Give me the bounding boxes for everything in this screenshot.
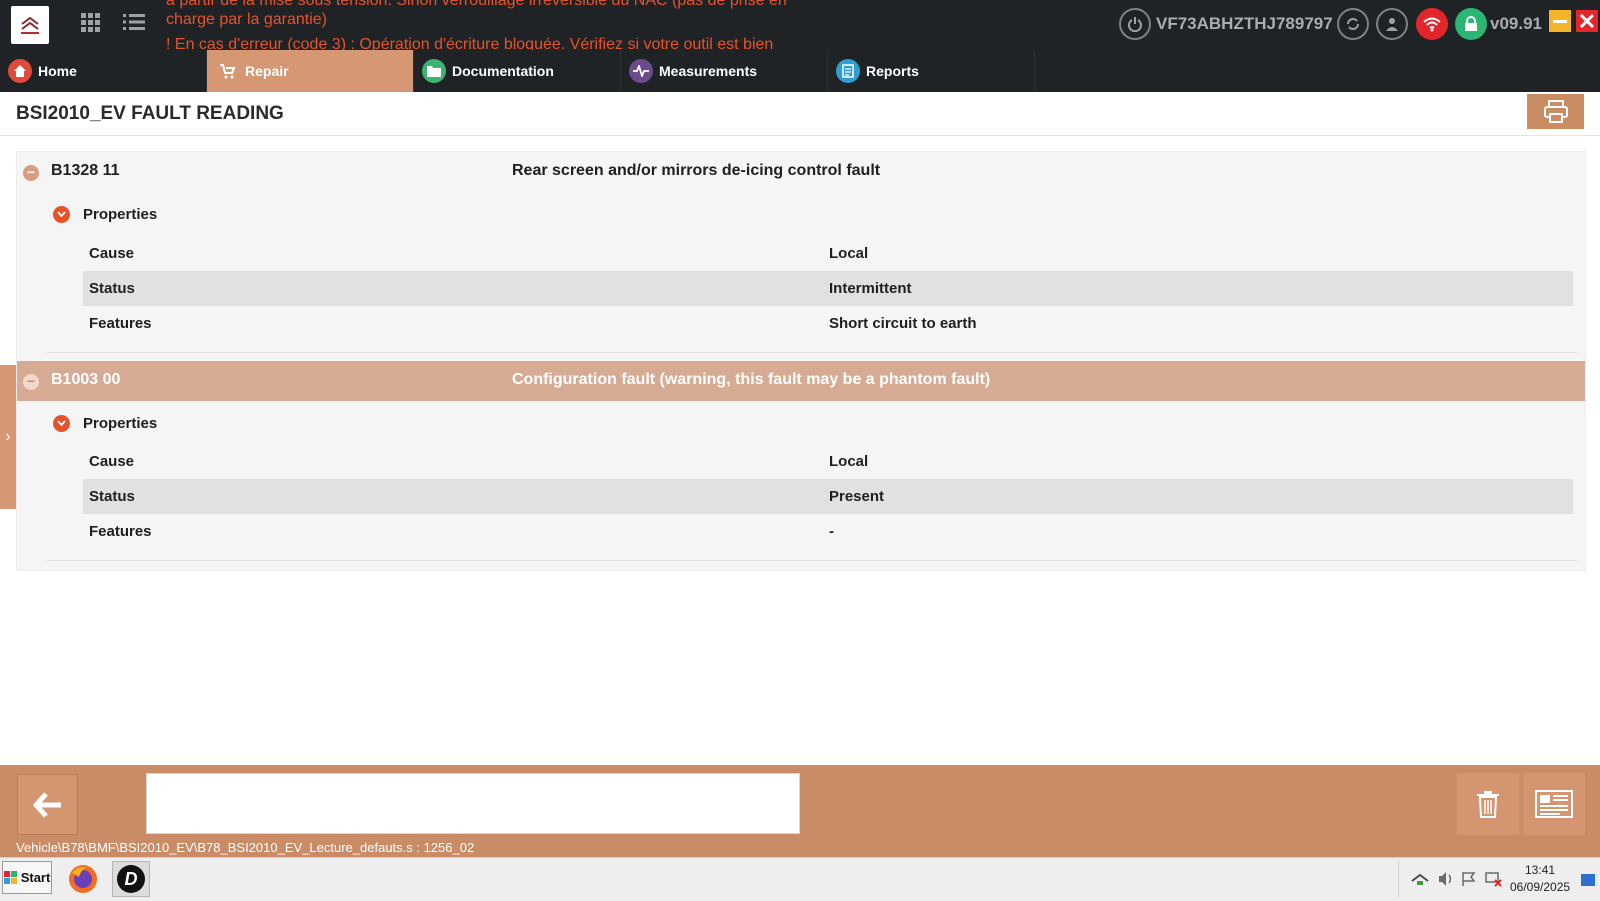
repair-icon [215,59,239,83]
property-key: Features [89,523,152,540]
svg-text:D: D [125,869,138,889]
property-key: Cause [89,245,135,262]
tab-home[interactable]: Home [0,50,207,92]
start-button[interactable]: Start [2,861,52,894]
property-row: Status Intermittent [83,271,1573,306]
properties-label: Properties [83,206,158,223]
property-key: Status [89,488,135,505]
tab-reports[interactable]: Reports [828,50,1035,92]
clock-date: 06/09/2025 [1510,880,1571,894]
page-title: BSI2010_EV FAULT READING [16,103,284,124]
apps-grid-icon[interactable] [77,12,103,38]
tab-documentation-label: Documentation [452,63,554,79]
fault-code: B1328 11 [51,162,120,179]
print-button[interactable] [1527,94,1584,129]
property-key: Status [89,280,135,297]
vin-number: VF73ABHZTHJ789797 [1156,14,1333,33]
minimize-button[interactable] [1549,10,1571,32]
script-path: Vehicle\B78\BMF\BSI2010_EV\B78_BSI2010_E… [16,840,475,855]
divider [47,352,1577,353]
close-button[interactable] [1576,10,1598,32]
fault-row[interactable]: − B1328 11 Rear screen and/or mirrors de… [17,152,1585,192]
property-value: - [829,523,834,540]
tab-reports-label: Reports [866,63,919,79]
waveform-icon [629,59,653,83]
page-header: BSI2010_EV FAULT READING [0,92,1600,136]
property-key: Cause [89,453,135,470]
report-icon [836,59,860,83]
chevron-down-icon [53,415,70,432]
main-nav: Home Repair Documentation Measurements R… [0,50,1600,92]
fault-code: B1003 00 [51,371,121,388]
trash-icon [1477,791,1499,818]
volume-icon[interactable] [1437,871,1455,892]
arrow-left-icon [33,791,61,818]
top-bar: à partir de la mise sous tension. Sinon … [0,0,1600,50]
fault-description: Rear screen and/or mirrors de-icing cont… [512,162,881,179]
tab-repair-label: Repair [245,63,289,79]
network-icon[interactable] [1411,871,1429,892]
warning-line-1: à partir de la mise sous tension. Sinon … [166,0,787,9]
version-label: v09.91 [1490,14,1542,33]
chevron-down-icon [53,206,70,223]
start-label: Start [20,870,51,885]
property-key: Features [89,315,152,332]
fault-list: − B1328 11 Rear screen and/or mirrors de… [16,151,1586,571]
property-value: Local [829,245,869,262]
user-icon[interactable] [1376,8,1408,40]
collapse-icon[interactable]: − [23,165,39,181]
property-row: Cause Local [83,236,1573,271]
os-taskbar: Start D 13:41 06/09/2025 [0,857,1600,901]
fault-row-selected[interactable]: − B1003 00 Configuration fault (warning,… [17,361,1585,401]
properties-label: Properties [83,415,158,432]
divider [47,560,1577,561]
tab-documentation[interactable]: Documentation [414,50,621,92]
property-row: Features - [83,514,1573,549]
tab-home-label: Home [38,63,77,79]
firefox-icon[interactable] [64,861,102,897]
network-error-icon[interactable] [1485,871,1503,892]
property-value: Local [829,453,869,470]
delete-button[interactable] [1457,773,1519,835]
tab-measurements[interactable]: Measurements [621,50,828,92]
back-button[interactable] [17,774,78,835]
sync-icon[interactable] [1337,8,1369,40]
warning-message: à partir de la mise sous tension. Sinon … [166,0,806,50]
diagbox-app-icon[interactable]: D [112,861,150,897]
warning-line-3: ! En cas d'erreur (code 3) : Opération d… [166,36,774,50]
lock-icon[interactable] [1455,8,1487,40]
clock-time: 13:41 [1524,863,1556,877]
tab-measurements-label: Measurements [659,63,758,79]
property-value: Short circuit to earth [829,315,977,332]
warning-line-2: charge par la garantie) [166,11,327,28]
folder-icon [422,59,446,83]
bottom-toolbar: Vehicle\B78\BMF\BSI2010_EV\B78_BSI2010_E… [0,765,1600,857]
list-menu-icon[interactable] [121,12,147,38]
power-icon[interactable] [1119,8,1151,40]
chevron-right-icon: › [5,428,11,445]
property-value: Intermittent [829,280,912,297]
wifi-icon[interactable] [1416,8,1448,40]
report-sheet-icon [1535,790,1573,818]
collapse-icon[interactable]: − [23,374,39,390]
property-row: Cause Local [83,444,1573,479]
home-icon [8,59,32,83]
report-view-button[interactable] [1523,773,1585,835]
message-input-area[interactable] [146,773,800,834]
property-row: Status Present [83,479,1573,514]
flag-icon[interactable] [1461,871,1477,892]
brand-logo[interactable] [11,6,49,44]
clock[interactable]: 13:41 06/09/2025 [1510,862,1570,896]
side-panel-toggle[interactable]: › [0,365,16,509]
windows-logo-icon [3,870,17,884]
property-value: Present [829,488,885,505]
show-desktop-icon[interactable] [1581,873,1595,891]
property-row: Features Short circuit to earth [83,306,1573,341]
printer-icon [1543,99,1568,123]
tab-repair[interactable]: Repair [207,50,414,92]
fault-description: Configuration fault (warning, this fault… [512,371,991,388]
